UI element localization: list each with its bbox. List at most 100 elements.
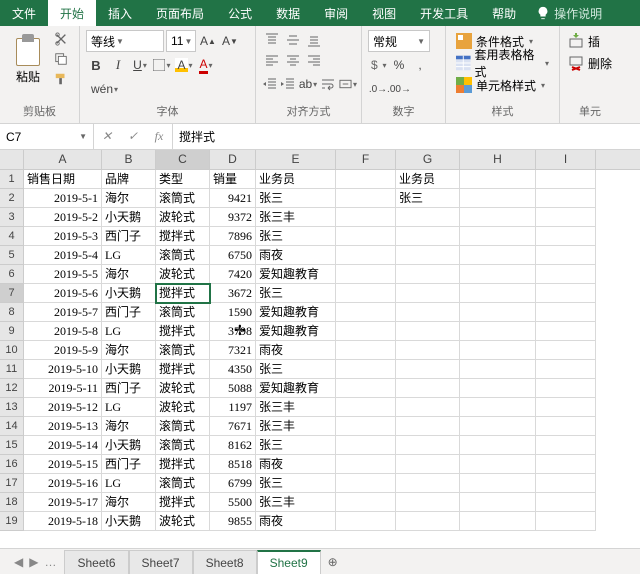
col-header-G[interactable]: G [396, 150, 460, 169]
cell[interactable] [536, 322, 596, 341]
merge-button[interactable]: ▾ [338, 73, 358, 95]
cell[interactable] [460, 493, 536, 512]
increase-indent-button[interactable] [280, 73, 296, 95]
cell[interactable]: 2019-5-14 [24, 436, 102, 455]
cell[interactable] [460, 246, 536, 265]
cell[interactable] [336, 265, 396, 284]
cell[interactable]: 张三 [256, 474, 336, 493]
cell[interactable]: 搅拌式 [156, 227, 210, 246]
sheet-tab[interactable]: Sheet8 [193, 550, 257, 574]
col-header-F[interactable]: F [336, 150, 396, 169]
cell[interactable]: 雨夜 [256, 246, 336, 265]
row-header[interactable]: 10 [0, 341, 24, 360]
tab-help[interactable]: 帮助 [480, 0, 528, 26]
cell[interactable] [460, 398, 536, 417]
cell[interactable]: 海尔 [102, 493, 156, 512]
tab-data[interactable]: 数据 [264, 0, 312, 26]
cell[interactable]: 8162 [210, 436, 256, 455]
cell[interactable]: 爱知趣教育 [256, 265, 336, 284]
cell[interactable]: 小天鹅 [102, 436, 156, 455]
cell[interactable] [536, 474, 596, 493]
cell[interactable] [336, 493, 396, 512]
font-size-combo[interactable]: 11▼ [166, 30, 196, 52]
row-header[interactable]: 15 [0, 436, 24, 455]
cell[interactable]: 小天鹅 [102, 360, 156, 379]
format-painter-button[interactable] [52, 70, 70, 88]
cell[interactable]: LG [102, 398, 156, 417]
cell[interactable]: 3672 [210, 284, 256, 303]
insert-cells-button[interactable]: 插 [566, 30, 614, 52]
cell[interactable] [396, 208, 460, 227]
cell[interactable]: 爱知趣教育 [256, 322, 336, 341]
cell[interactable]: 搅拌式 [156, 284, 210, 303]
cell[interactable] [336, 360, 396, 379]
cell[interactable]: 品牌 [102, 170, 156, 189]
cell[interactable]: 海尔 [102, 417, 156, 436]
cell[interactable] [396, 360, 460, 379]
sheet-tab[interactable]: Sheet6 [64, 550, 128, 574]
cell[interactable] [460, 189, 536, 208]
enter-formula-button[interactable]: ✓ [120, 129, 146, 144]
row-header[interactable]: 5 [0, 246, 24, 265]
cell[interactable]: 张三 [396, 189, 460, 208]
increase-font-button[interactable]: A▲ [198, 30, 218, 52]
cell[interactable]: 9421 [210, 189, 256, 208]
phonetic-button[interactable]: wén▾ [86, 78, 123, 100]
col-header-H[interactable]: H [460, 150, 536, 169]
cell[interactable]: 2019-5-6 [24, 284, 102, 303]
col-header-D[interactable]: D [210, 150, 256, 169]
cell[interactable]: 6750 [210, 246, 256, 265]
cell[interactable]: 张三 [256, 189, 336, 208]
cell[interactable]: 7896 [210, 227, 256, 246]
align-middle-button[interactable] [283, 30, 303, 50]
sheet-tab[interactable]: Sheet7 [129, 550, 193, 574]
cell[interactable] [396, 246, 460, 265]
cell[interactable]: 5088 [210, 379, 256, 398]
cell[interactable] [460, 360, 536, 379]
cell[interactable] [460, 265, 536, 284]
row-header[interactable]: 17 [0, 474, 24, 493]
cell[interactable] [536, 227, 596, 246]
cell[interactable] [396, 474, 460, 493]
tell-me[interactable]: 操作说明 [528, 0, 610, 26]
cell[interactable]: 2019-5-11 [24, 379, 102, 398]
cell[interactable] [536, 360, 596, 379]
cell[interactable] [336, 284, 396, 303]
cell[interactable] [336, 208, 396, 227]
cell[interactable] [460, 512, 536, 531]
cell[interactable]: 9855 [210, 512, 256, 531]
bold-button[interactable]: B [86, 54, 106, 76]
cell[interactable] [460, 303, 536, 322]
cell[interactable]: 海尔 [102, 189, 156, 208]
font-color-button[interactable]: A▾ [196, 54, 216, 76]
cell[interactable] [536, 417, 596, 436]
cell[interactable]: 张三 [256, 436, 336, 455]
sheet-nav-next[interactable]: ▶ [29, 555, 38, 569]
cell[interactable]: 西门子 [102, 227, 156, 246]
cell[interactable] [460, 227, 536, 246]
align-center-button[interactable] [283, 51, 303, 71]
row-header[interactable]: 1 [0, 170, 24, 189]
cell[interactable] [396, 303, 460, 322]
cell[interactable]: 销量 [210, 170, 256, 189]
cell[interactable] [396, 379, 460, 398]
cell[interactable] [536, 303, 596, 322]
cell[interactable]: 5500 [210, 493, 256, 512]
cancel-formula-button[interactable]: ✕ [94, 129, 120, 144]
cell[interactable]: 2019-5-9 [24, 341, 102, 360]
row-header[interactable]: 6 [0, 265, 24, 284]
cell[interactable] [336, 379, 396, 398]
italic-button[interactable]: I [108, 54, 128, 76]
comma-button[interactable]: , [410, 54, 430, 76]
cell[interactable]: 雨夜 [256, 341, 336, 360]
cell[interactable] [536, 379, 596, 398]
cell[interactable]: 2019-5-8 [24, 322, 102, 341]
cell[interactable]: 搅拌式 [156, 493, 210, 512]
cell[interactable]: 滚筒式 [156, 417, 210, 436]
cell[interactable]: 张三 [256, 227, 336, 246]
row-header[interactable]: 3 [0, 208, 24, 227]
format-table-button[interactable]: 套用表格格式▾ [452, 52, 553, 74]
cell[interactable]: 海尔 [102, 265, 156, 284]
cell[interactable]: 3798 [210, 322, 256, 341]
name-box[interactable]: C7▼ [0, 124, 94, 149]
